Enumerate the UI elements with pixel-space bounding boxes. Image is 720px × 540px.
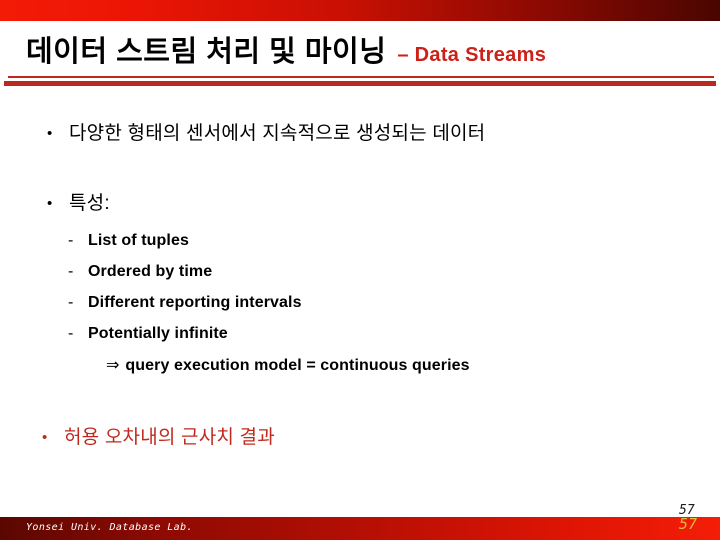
sub-bullet-item-different-reporting-intervals: - Different reporting intervals	[68, 292, 302, 313]
conclusion-line: ⇒ query execution model = continuous que…	[106, 355, 470, 376]
footer-lab-credit: Yonsei Univ. Database Lab.	[26, 522, 193, 533]
sub-bullet-marker: -	[68, 294, 74, 311]
bullet-item-characteristics: • 특성:	[47, 192, 110, 216]
bullet-marker: •	[47, 125, 53, 142]
bullet-item-approximate-result: • 허용 오차내의 근사치 결과	[42, 426, 275, 450]
slide-title: 데이터 스트림 처리 및 마이닝 – Data Streams	[26, 38, 698, 80]
sub-bullet-label: Ordered by time	[88, 263, 213, 280]
slide-title-english: – Data Streams	[397, 44, 547, 66]
sub-bullet-marker: -	[68, 325, 74, 342]
bullet-label: 허용 오차내의 근사치 결과	[64, 427, 275, 448]
bullet-item-data-definition: • 다양한 형태의 센서에서 지속적으로 생성되는 데이터	[47, 122, 485, 146]
sub-bullet-item-potentially-infinite: - Potentially infinite	[68, 323, 228, 344]
bullet-label: 다양한 형태의 센서에서 지속적으로 생성되는 데이터	[69, 123, 486, 144]
sub-bullet-label: Potentially infinite	[88, 325, 228, 342]
bullet-label: 특성:	[69, 193, 110, 214]
double-arrow-icon: ⇒	[106, 357, 120, 374]
sub-bullet-marker: -	[68, 232, 74, 249]
slide-title-korean: 데이터 스트림 처리 및 마이닝	[26, 36, 387, 68]
bullet-marker: •	[47, 195, 53, 212]
sub-bullet-label: List of tuples	[88, 232, 189, 249]
slide: 데이터 스트림 처리 및 마이닝 – Data Streams • 다양한 형태…	[0, 0, 720, 540]
bullet-marker: •	[42, 429, 48, 446]
sub-bullet-marker: -	[68, 263, 74, 280]
slide-body: • 다양한 형태의 센서에서 지속적으로 생성되는 데이터 • 특성: - Li…	[0, 96, 720, 496]
title-rule-thick	[4, 81, 716, 86]
title-rule-thin	[8, 76, 714, 78]
sub-bullet-label: Different reporting intervals	[88, 294, 302, 311]
sub-bullet-item-list-of-tuples: - List of tuples	[68, 230, 189, 251]
sub-bullet-item-ordered-by-time: - Ordered by time	[68, 261, 212, 282]
page-number-shadow: 57	[679, 515, 698, 533]
conclusion-label: query execution model = continuous queri…	[125, 357, 470, 374]
top-gradient-banner	[0, 0, 720, 21]
